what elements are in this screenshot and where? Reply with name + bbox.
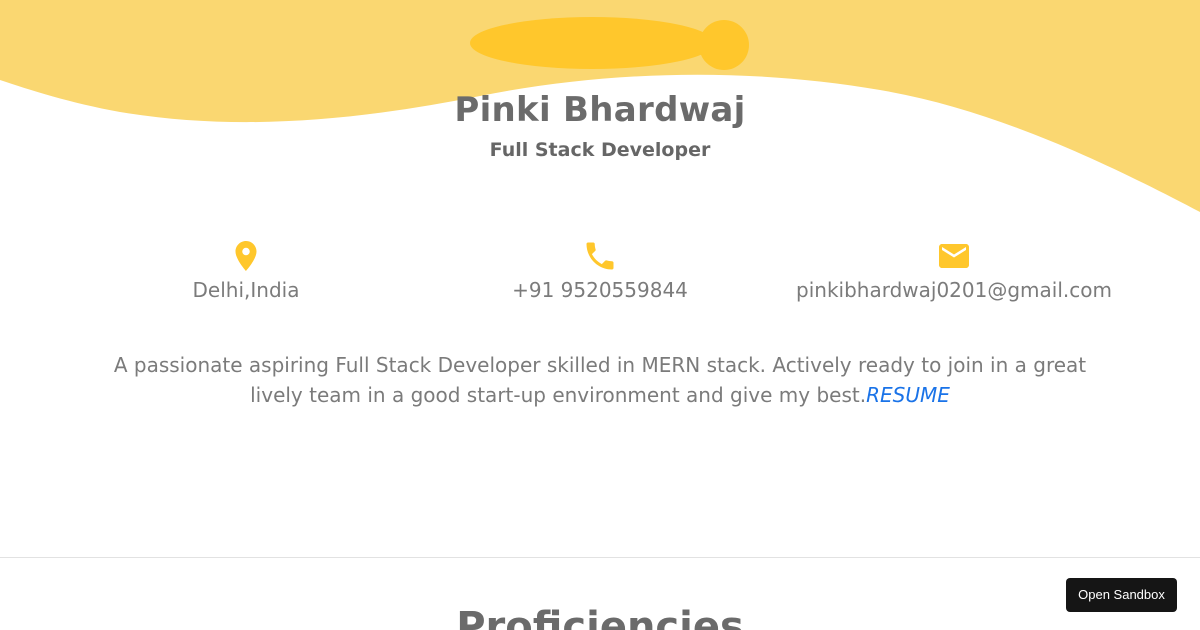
- section-divider: [0, 557, 1200, 558]
- proficiencies-title: Proficiencies: [456, 604, 744, 630]
- bio-paragraph: A passionate aspiring Full Stack Develop…: [100, 350, 1100, 410]
- location-text: Delhi,India: [192, 278, 300, 302]
- decorative-blob: [470, 17, 714, 69]
- open-sandbox-button[interactable]: Open Sandbox: [1066, 578, 1177, 612]
- location-pin-icon: [235, 241, 257, 271]
- phone-text: +91 9520559844: [512, 278, 688, 302]
- contact-location: Delhi,India: [66, 238, 426, 302]
- email-text: pinkibhardwaj0201@gmail.com: [796, 278, 1112, 302]
- profile-role: Full Stack Developer: [489, 139, 711, 161]
- decorative-blob-head: [699, 20, 749, 70]
- mail-icon: [939, 244, 969, 268]
- profile-name: Pinki Bhardwaj: [454, 90, 746, 130]
- phone-icon: [586, 242, 614, 270]
- contact-phone: +91 9520559844: [420, 238, 780, 302]
- contact-email: pinkibhardwaj0201@gmail.com: [774, 238, 1134, 302]
- resume-link[interactable]: RESUME: [866, 383, 950, 407]
- portfolio-page: Pinki Bhardwaj Full Stack Developer Delh…: [0, 0, 1200, 630]
